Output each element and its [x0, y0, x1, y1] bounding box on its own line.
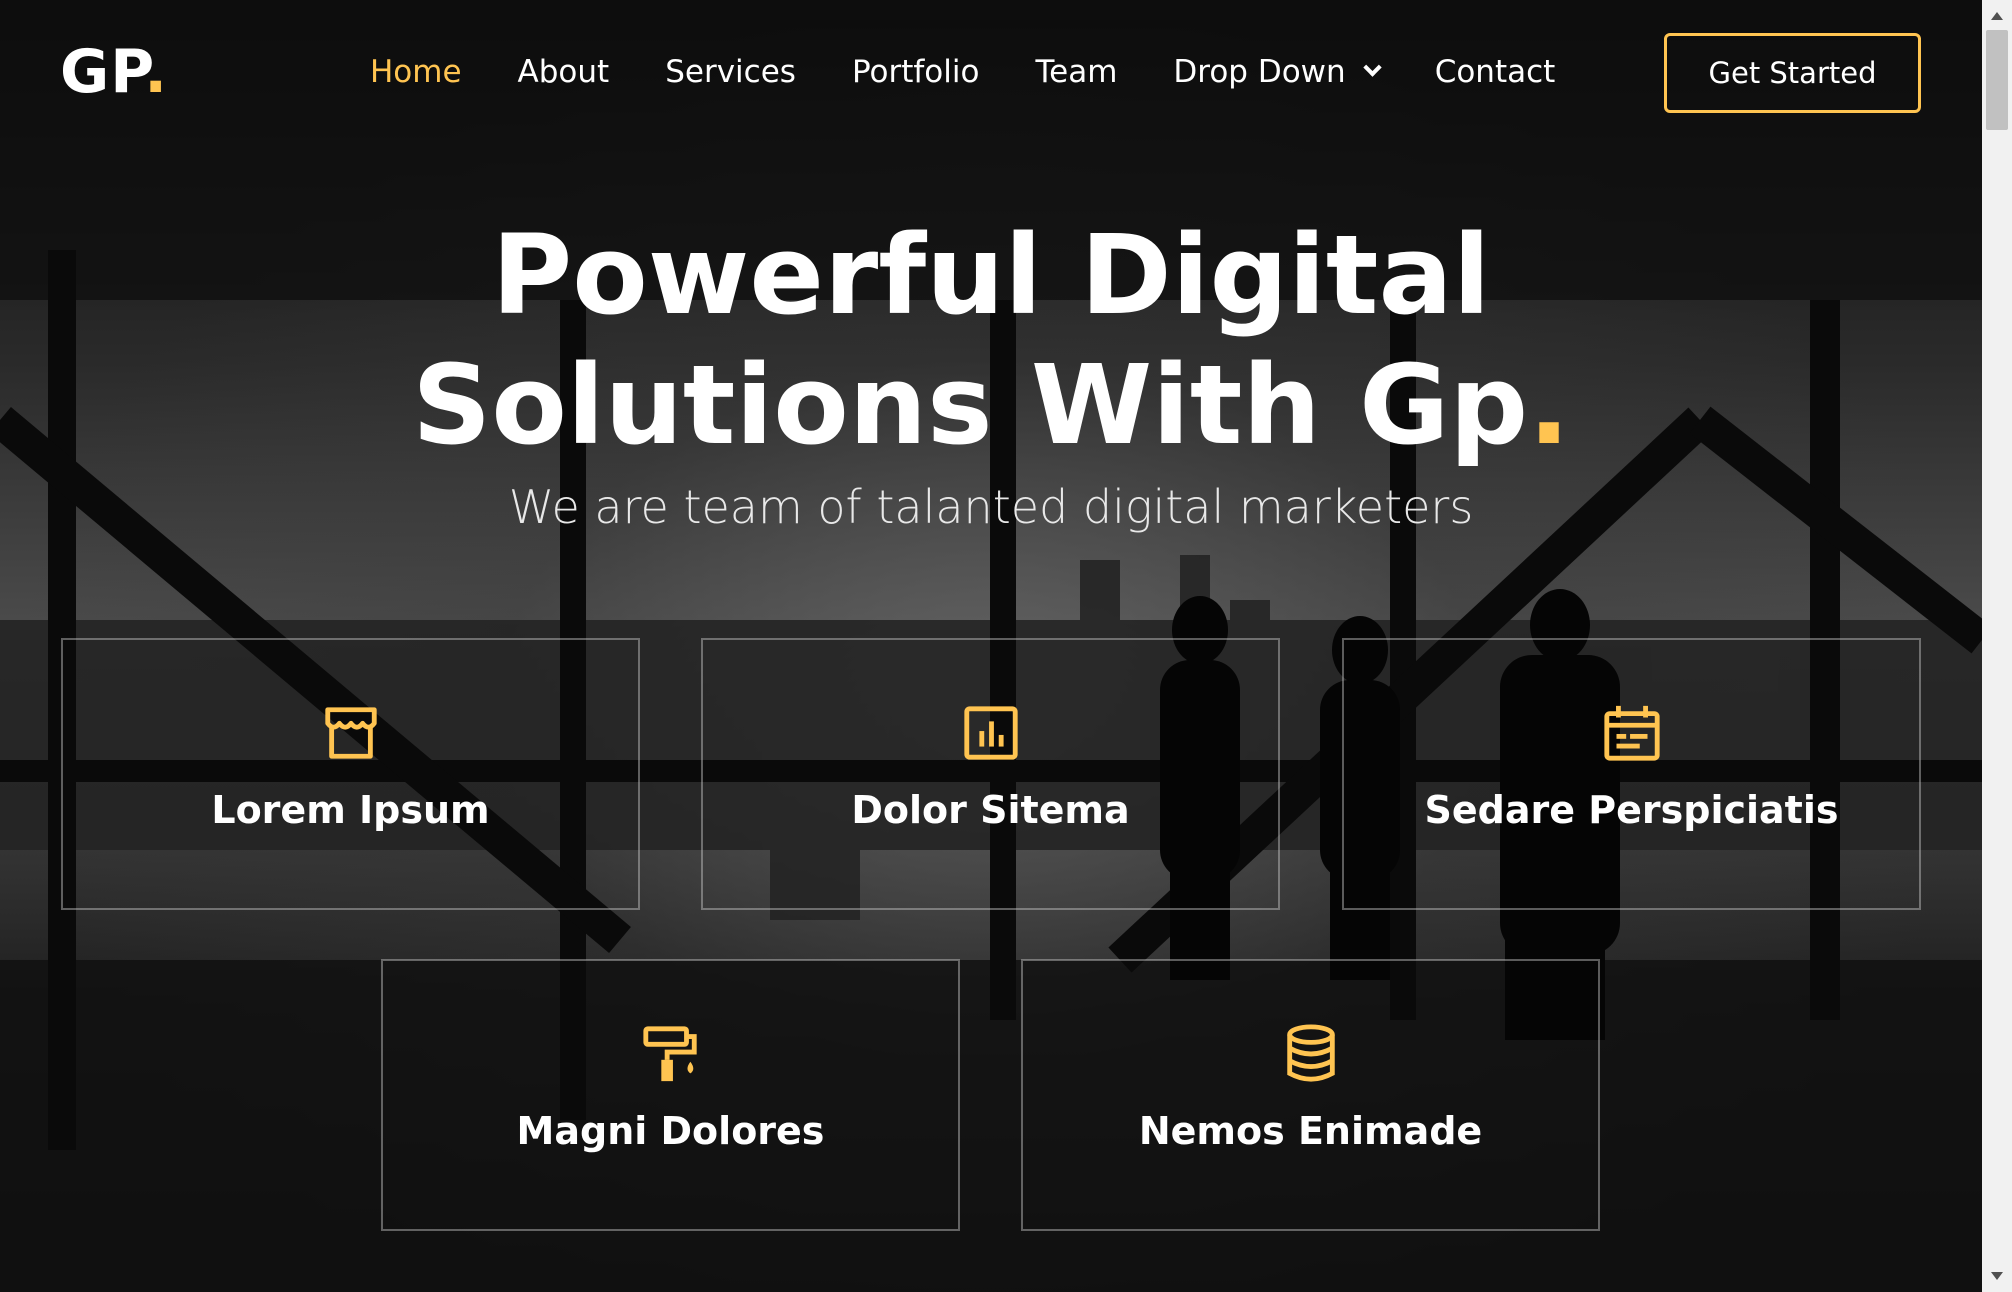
- hero-subtitle: We are team of talanted digital marketer…: [508, 480, 1474, 534]
- scroll-down-arrow-icon[interactable]: [1991, 1272, 2003, 1280]
- bar-chart-icon: [963, 706, 1018, 760]
- nav-item-services[interactable]: Services: [665, 54, 796, 90]
- chevron-down-icon: [1362, 57, 1382, 77]
- feature-label: Dolor Sitema: [851, 788, 1130, 832]
- nav-item-portfolio[interactable]: Portfolio: [852, 54, 980, 90]
- paint-roller-icon: [642, 1026, 697, 1082]
- nav-item-home[interactable]: Home: [370, 54, 462, 90]
- hero-title-line1: Powerful Digital: [491, 211, 1491, 339]
- calendar-icon: [1603, 705, 1660, 761]
- main-nav: Home About Services Portfolio Team Drop …: [370, 50, 1611, 94]
- feature-card-sedare-perspiciatis[interactable]: Sedare Perspiciatis: [1342, 638, 1921, 910]
- feature-card-nemos-enimade[interactable]: Nemos Enimade: [1021, 959, 1600, 1231]
- store-icon: [324, 707, 377, 759]
- database-icon: [1286, 1024, 1335, 1082]
- nav-item-team[interactable]: Team: [1035, 54, 1117, 90]
- get-started-button[interactable]: Get Started: [1664, 33, 1921, 113]
- scrollbar-thumb[interactable]: [1986, 30, 2008, 130]
- nav-item-about[interactable]: About: [518, 54, 610, 90]
- hero-title-line2: Solutions With Gp: [412, 341, 1529, 469]
- brand-name: GP: [60, 37, 145, 107]
- brand-dot: .: [144, 37, 169, 107]
- feature-card-lorem-ipsum[interactable]: Lorem Ipsum: [61, 638, 640, 910]
- nav-item-drop-down[interactable]: Drop Down: [1173, 54, 1382, 90]
- hero-title-dot: .: [1528, 341, 1570, 469]
- brand-logo[interactable]: GP.: [60, 36, 168, 108]
- nav-item-drop-down-label: Drop Down: [1173, 54, 1346, 90]
- hero-title: Powerful Digital Solutions With Gp.: [0, 210, 1982, 470]
- feature-card-dolor-sitema[interactable]: Dolor Sitema: [701, 638, 1280, 910]
- scroll-up-arrow-icon[interactable]: [1991, 12, 2003, 20]
- feature-card-magni-dolores[interactable]: Magni Dolores: [381, 959, 960, 1231]
- feature-label: Nemos Enimade: [1138, 1109, 1483, 1153]
- nav-item-contact[interactable]: Contact: [1435, 54, 1556, 90]
- page-scrollbar[interactable]: [1982, 0, 2012, 1292]
- feature-label: Sedare Perspiciatis: [1424, 788, 1839, 832]
- feature-label: Magni Dolores: [516, 1109, 825, 1153]
- feature-label: Lorem Ipsum: [211, 788, 490, 832]
